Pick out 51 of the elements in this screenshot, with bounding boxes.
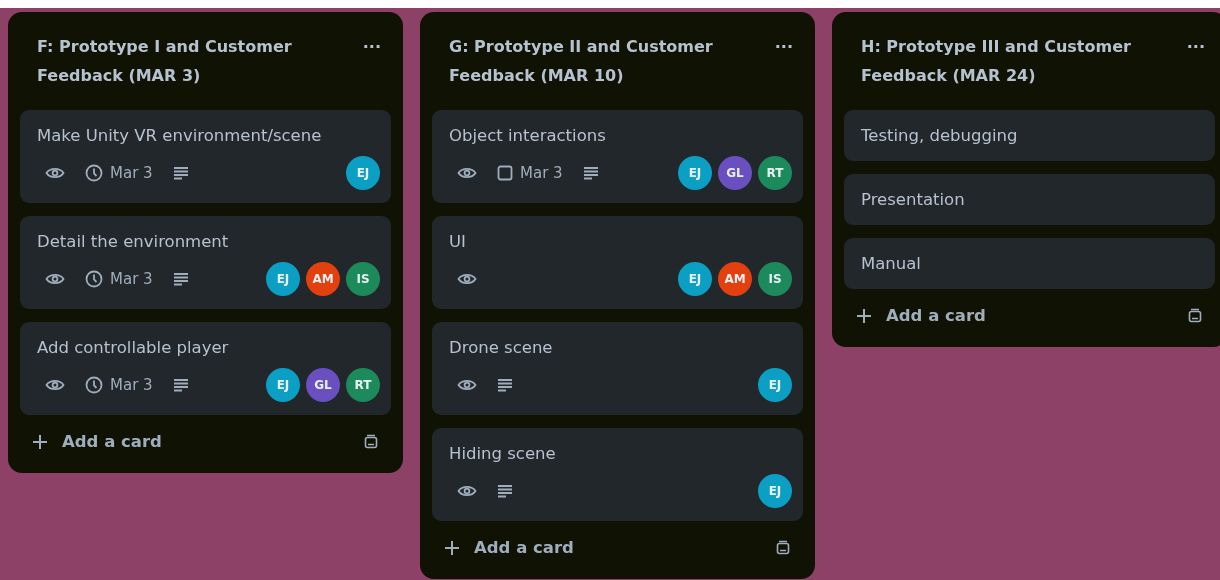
list-title: G: Prototype II and Customer Feedback (MAR 10) xyxy=(449,36,714,87)
task-card[interactable]: Make Unity VR environment/scene Mar 3 EJ xyxy=(20,110,391,203)
card-title: Object interactions xyxy=(449,125,607,147)
task-card[interactable]: Testing, debugging xyxy=(844,110,1215,161)
member-avatar[interactable]: GL xyxy=(306,368,340,402)
task-card[interactable]: Presentation xyxy=(844,174,1215,225)
task-card[interactable]: Add controllable player Mar 3 EJ GL RT xyxy=(20,322,391,415)
template-icon[interactable] xyxy=(775,539,791,556)
card-title: Manual xyxy=(861,253,922,275)
task-card[interactable]: Drone scene EJ xyxy=(432,322,803,415)
plus-icon xyxy=(444,539,460,556)
card-title: Hiding scene xyxy=(449,443,557,465)
add-card-button[interactable]: Add a card xyxy=(856,306,986,325)
member-avatar[interactable]: IS xyxy=(758,262,792,296)
card-title: Presentation xyxy=(861,189,966,211)
template-icon[interactable] xyxy=(1187,307,1203,324)
checkbox-icon[interactable] xyxy=(497,165,513,181)
clock-icon xyxy=(85,376,103,394)
card-title: Drone scene xyxy=(449,337,554,359)
card-title: Detail the environment xyxy=(37,231,230,253)
task-card[interactable]: Object interactions Mar 3 EJ GL RT xyxy=(432,110,803,203)
card-title: UI xyxy=(449,231,467,253)
list-title: F: Prototype I and Customer Feedback (MAR 3) xyxy=(37,36,293,87)
due-date: Mar 3 xyxy=(110,164,153,182)
card-title: Add controllable player xyxy=(37,337,230,359)
task-card[interactable]: Manual xyxy=(844,238,1215,289)
clock-icon xyxy=(85,164,103,182)
clock-icon xyxy=(85,270,103,288)
plus-icon xyxy=(32,433,48,450)
list-title: H: Prototype III and Customer Feedback (MAR 24) xyxy=(861,36,1132,87)
template-icon[interactable] xyxy=(363,433,379,450)
member-avatar[interactable]: RT xyxy=(758,156,792,190)
due-date: Mar 3 xyxy=(110,270,153,288)
member-avatar[interactable]: AM xyxy=(718,262,752,296)
card-title: Testing, debugging xyxy=(861,125,1019,147)
member-avatar[interactable]: AM xyxy=(306,262,340,296)
add-card-button[interactable]: Add a card xyxy=(32,432,162,451)
plus-icon xyxy=(856,307,872,324)
member-avatar[interactable]: GL xyxy=(718,156,752,190)
add-card-button[interactable]: Add a card xyxy=(444,538,574,557)
due-date: Mar 3 xyxy=(110,376,153,394)
task-card[interactable]: Hiding scene EJ xyxy=(432,428,803,521)
due-date: Mar 3 xyxy=(520,164,563,182)
card-title: Make Unity VR environment/scene xyxy=(37,125,323,147)
list-menu-button[interactable]: ··· xyxy=(1182,32,1209,61)
list-menu-button[interactable]: ··· xyxy=(770,32,797,61)
member-avatar[interactable]: RT xyxy=(346,368,380,402)
task-card[interactable]: Detail the environment Mar 3 EJ AM IS xyxy=(20,216,391,309)
list-menu-button[interactable]: ··· xyxy=(358,32,385,61)
task-card[interactable]: UI EJ AM IS xyxy=(432,216,803,309)
member-avatar[interactable]: IS xyxy=(346,262,380,296)
